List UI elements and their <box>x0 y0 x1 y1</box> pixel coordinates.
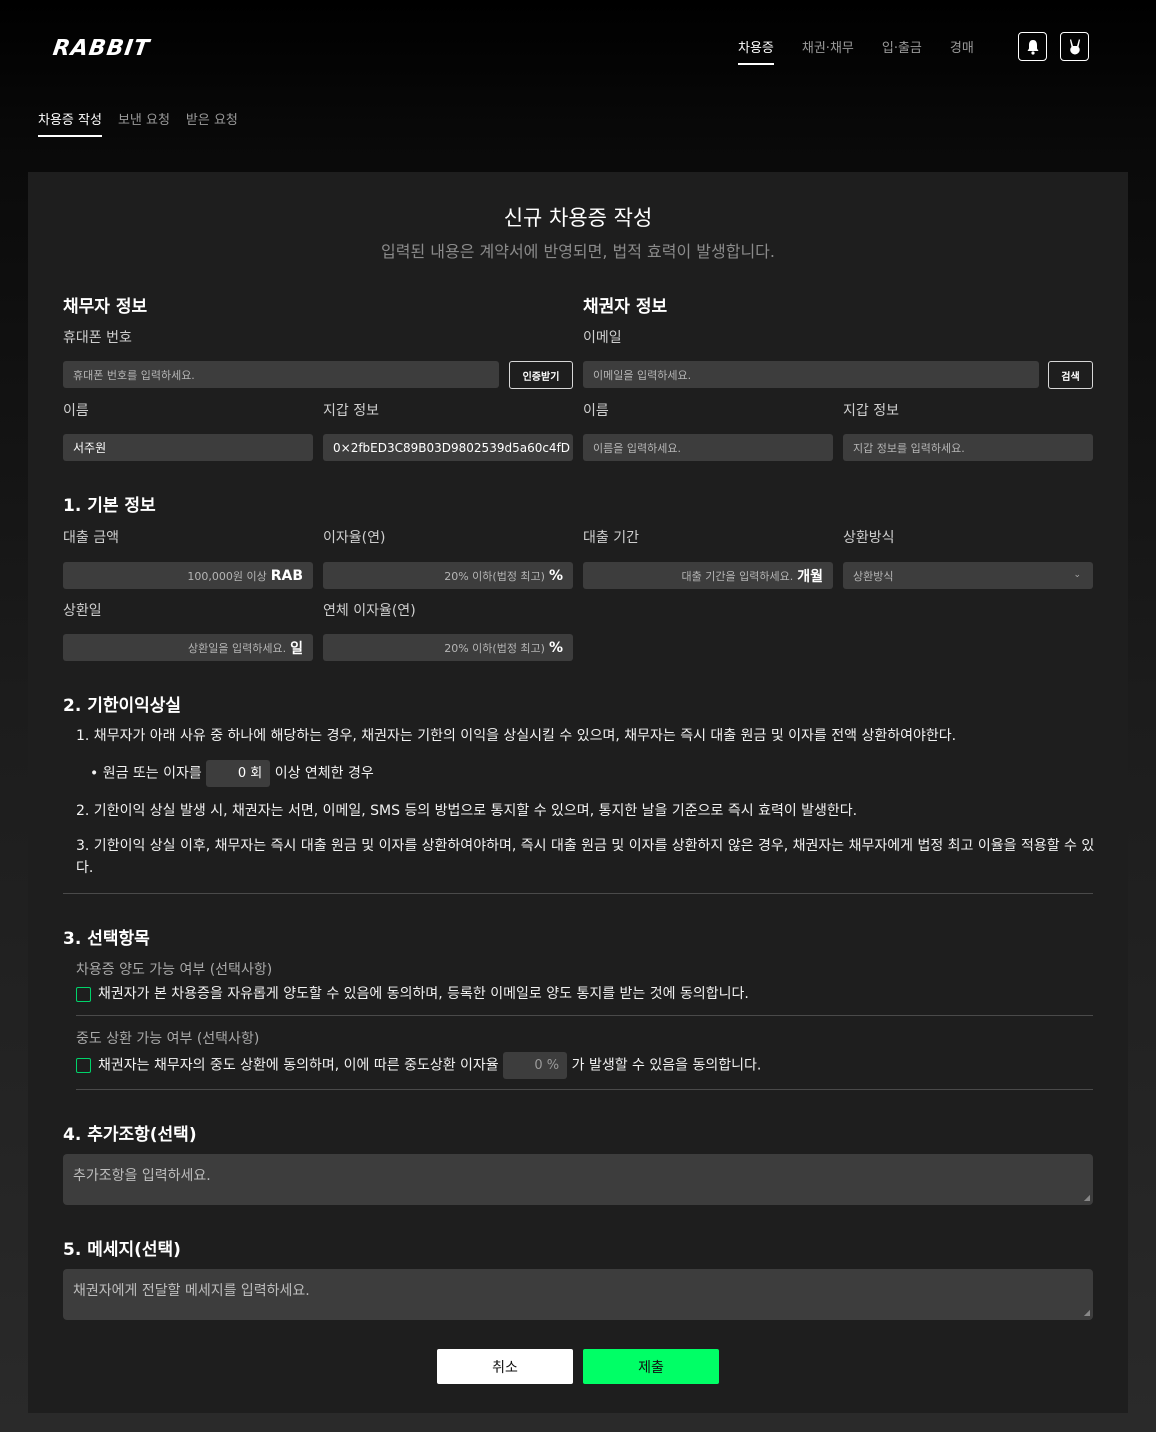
overdue-rate-label: 연체 이자율(연) <box>323 603 416 619</box>
notification-bell-icon[interactable] <box>1018 32 1047 61</box>
amount-unit: RAB <box>270 567 303 584</box>
chevron-down-icon: ⌄ <box>1073 570 1081 580</box>
divider <box>76 1089 1093 1090</box>
basic-section-title: 1. 기본 정보 <box>63 496 156 516</box>
amount-input[interactable]: 100,000원 이상 RAB <box>63 562 313 589</box>
method-label: 상환방식 <box>843 530 895 546</box>
iou-form-card: 신규 차용증 작성 입력된 내용은 계약서에 반영되면, 법적 효력이 발생합니… <box>28 172 1128 1413</box>
method-selected-value: 상환방식 <box>853 569 894 583</box>
resize-grip-icon[interactable]: ◢ <box>1084 1193 1090 1202</box>
resize-grip-icon[interactable]: ◢ <box>1084 1308 1090 1317</box>
period-unit: 개월 <box>797 568 823 585</box>
nav-item-deposit[interactable]: 입·출금 <box>882 37 922 65</box>
nav-item-auction[interactable]: 경매 <box>950 37 974 65</box>
tab-received-requests[interactable]: 받은 요청 <box>186 109 238 137</box>
transfer-option-row: 채권자가 본 차용증을 자유롭게 양도할 수 있음에 동의하며, 등록한 이메일… <box>76 983 749 1005</box>
debtor-phone-input[interactable]: 휴대폰 번호를 입력하세요. <box>63 361 499 388</box>
early-repay-suffix: 가 발생할 수 있음을 동의합니다. <box>571 1057 762 1074</box>
creditor-wallet-input[interactable]: 지갑 정보를 입력하세요. <box>843 434 1093 461</box>
repay-day-label: 상환일 <box>63 603 102 619</box>
debtor-wallet-input[interactable]: 0×2fbED3C89B03D9802539d5a60c4fD <box>323 434 573 461</box>
period-label: 대출 기간 <box>583 530 639 546</box>
extra-section-title: 4. 추가조항(선택) <box>63 1125 197 1145</box>
period-placeholder: 대출 기간을 입력하세요. <box>681 569 794 583</box>
search-button[interactable]: 검색 <box>1048 361 1093 389</box>
amount-placeholder: 100,000원 이상 <box>187 569 267 583</box>
acceleration-item-2: 2. 기한이익 상실 발생 시, 채권자는 서면, 이메일, SMS 등의 방법… <box>76 803 858 819</box>
amount-label: 대출 금액 <box>63 530 119 546</box>
debtor-name-label: 이름 <box>63 403 89 419</box>
overdue-rate-unit: % <box>548 639 563 656</box>
rate-input[interactable]: 20% 이하(법정 최고)% <box>323 562 573 589</box>
creditor-email-label: 이메일 <box>583 330 622 346</box>
early-repay-prefix: 채권자는 채무자의 중도 상환에 동의하며, 이에 따른 중도상환 이자율 <box>98 1057 499 1074</box>
tab-sent-requests[interactable]: 보낸 요청 <box>118 109 170 137</box>
transfer-agree-text: 채권자가 본 차용증을 자유롭게 양도할 수 있음에 동의하며, 등록한 이메일… <box>98 986 749 1002</box>
divider <box>76 1015 1093 1016</box>
message-section-title: 5. 메세지(선택) <box>63 1240 181 1260</box>
rate-unit: % <box>548 567 563 584</box>
submit-button[interactable]: 제출 <box>583 1349 719 1384</box>
message-textarea[interactable]: 채권자에게 전달할 메세지를 입력하세요. ◢ <box>63 1269 1093 1320</box>
acceleration-item-1: 1. 채무자가 아래 사유 중 하나에 해당하는 경우, 채권자는 기한의 이익… <box>76 728 957 744</box>
debtor-phone-label: 휴대폰 번호 <box>63 330 132 346</box>
early-repay-rate-input[interactable]: 0 % <box>503 1052 568 1079</box>
cancel-button[interactable]: 취소 <box>437 1349 573 1384</box>
nav-item-debt[interactable]: 채권·채무 <box>802 37 854 65</box>
profile-bunny-icon[interactable] <box>1060 32 1089 61</box>
acceleration-section-title: 2. 기한이익상실 <box>63 696 182 716</box>
repay-day-placeholder: 상환일을 입력하세요. <box>188 641 287 655</box>
extra-clause-textarea[interactable]: 추가조항을 입력하세요. ◢ <box>63 1154 1093 1205</box>
repay-day-unit: 일 <box>290 640 303 657</box>
debtor-wallet-label: 지갑 정보 <box>323 403 379 419</box>
rate-placeholder: 20% 이하(법정 최고) <box>444 569 545 583</box>
transfer-agree-checkbox[interactable] <box>76 986 91 1002</box>
creditor-name-input[interactable]: 이름을 입력하세요. <box>583 434 833 461</box>
subtabs: 차용증 작성 보낸 요청 받은 요청 <box>38 109 238 137</box>
creditor-email-input[interactable]: 이메일을 입력하세요. <box>583 361 1039 388</box>
early-repay-option-label: 중도 상환 가능 여부 (선택사항) <box>76 1031 260 1047</box>
message-placeholder: 채권자에게 전달할 메세지를 입력하세요. <box>73 1283 310 1299</box>
acceleration-item-3: 3. 기한이익 상실 이후, 채무자는 즉시 대출 원금 및 이자를 상환하여야… <box>76 838 1095 876</box>
early-repay-rate-value: 0 <box>534 1057 543 1073</box>
debtor-section-title: 채무자 정보 <box>63 297 148 317</box>
page-title: 신규 차용증 작성 <box>503 206 653 230</box>
tab-create-iou[interactable]: 차용증 작성 <box>38 109 102 137</box>
options-section-title: 3. 선택항목 <box>63 929 150 949</box>
debtor-name-input[interactable]: 서주원 <box>63 434 313 461</box>
page-subtitle: 입력된 내용은 계약서에 반영되면, 법적 효력이 발생합니다. <box>381 242 775 261</box>
early-repay-checkbox[interactable] <box>76 1058 91 1073</box>
extra-clause-placeholder: 추가조항을 입력하세요. <box>73 1168 211 1184</box>
transfer-option-label: 차용증 양도 가능 여부 (선택사항) <box>76 962 273 978</box>
early-repay-option-row: 채권자는 채무자의 중도 상환에 동의하며, 이에 따른 중도상환 이자율 0 … <box>76 1052 761 1079</box>
acceleration-bullet: • 원금 또는 이자를 0 회 이상 연체한 경우 <box>90 760 374 787</box>
overdue-count-unit: 회 <box>250 765 263 781</box>
rate-label: 이자율(연) <box>323 530 386 546</box>
overdue-count-input[interactable]: 0 회 <box>206 760 271 787</box>
overdue-count-value: 0 <box>237 765 247 781</box>
divider <box>63 893 1093 894</box>
repay-day-input[interactable]: 상환일을 입력하세요. 일 <box>63 634 313 661</box>
creditor-section-title: 채권자 정보 <box>583 297 668 317</box>
bullet-suffix: 이상 연체한 경우 <box>274 765 374 782</box>
method-select[interactable]: 상환방식 ⌄ <box>843 562 1093 589</box>
nav-item-iou[interactable]: 차용증 <box>738 37 774 65</box>
early-repay-rate-unit: % <box>546 1057 560 1073</box>
overdue-rate-input[interactable]: 20% 이하(법정 최고)% <box>323 634 573 661</box>
verify-button[interactable]: 인증받기 <box>509 361 573 389</box>
overdue-rate-placeholder: 20% 이하(법정 최고) <box>444 641 545 655</box>
creditor-wallet-label: 지갑 정보 <box>843 403 899 419</box>
period-input[interactable]: 대출 기간을 입력하세요. 개월 <box>583 562 833 589</box>
bullet-prefix: • 원금 또는 이자를 <box>90 765 202 782</box>
rabbit-logo[interactable]: RABBIT <box>51 36 151 61</box>
main-nav: 차용증 채권·채무 입·출금 경매 <box>738 37 974 65</box>
creditor-name-label: 이름 <box>583 403 609 419</box>
